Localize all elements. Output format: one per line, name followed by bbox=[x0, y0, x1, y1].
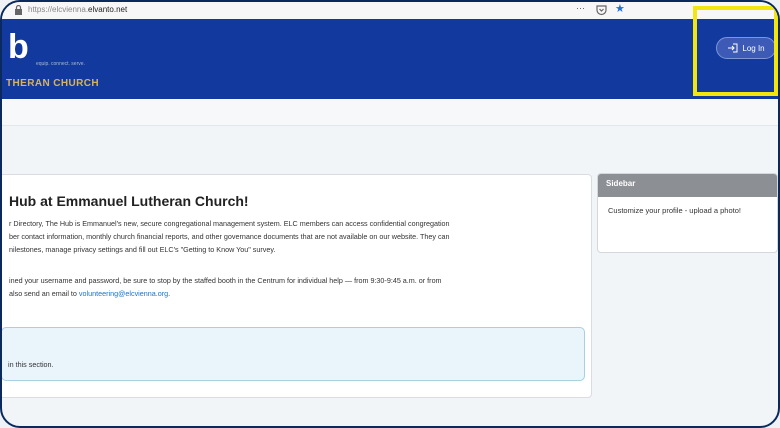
intro-line: ber contact information, monthly church … bbox=[9, 232, 450, 241]
welcome-card: Hub at Emmanuel Lutheran Church! r Direc… bbox=[2, 174, 592, 398]
highlight-box bbox=[693, 6, 778, 96]
bookmark-star-icon[interactable]: ★ bbox=[615, 2, 625, 15]
browser-url-bar[interactable]: https://elcvienna.elvanto.net ··· ★ bbox=[2, 2, 778, 20]
help-paragraph: ined your username and password, be sure… bbox=[9, 274, 579, 300]
info-notice: in this section. bbox=[2, 327, 585, 381]
sub-navigation-bar bbox=[2, 99, 778, 126]
sidebar-text: Customize your profile - upload a photo! bbox=[608, 206, 741, 215]
help-line: also send an email to volunteering@elcvi… bbox=[9, 289, 171, 298]
logo-tagline: equip. connect. serve. bbox=[36, 61, 85, 67]
browser-window: https://elcvienna.elvanto.net ··· ★ b eq… bbox=[0, 0, 780, 428]
intro-paragraph: r Directory, The Hub is Emmanuel's new, … bbox=[9, 217, 579, 256]
notice-text: in this section. bbox=[8, 360, 54, 369]
logo[interactable]: b bbox=[8, 27, 29, 67]
help-line: ined your username and password, be sure… bbox=[9, 276, 442, 285]
pocket-icon[interactable] bbox=[596, 4, 607, 16]
intro-line: r Directory, The Hub is Emmanuel's new, … bbox=[9, 219, 450, 228]
church-name: THERAN CHURCH bbox=[6, 78, 99, 89]
intro-line: nilestones, manage privacy settings and … bbox=[9, 245, 276, 254]
sidebar-title: Sidebar bbox=[598, 174, 777, 197]
page-title: Hub at Emmanuel Lutheran Church! bbox=[9, 193, 249, 209]
more-actions-icon[interactable]: ··· bbox=[576, 3, 585, 13]
sidebar-panel: Sidebar Customize your profile - upload … bbox=[597, 173, 778, 253]
site-header: b equip. connect. serve. THERAN CHURCH L… bbox=[2, 19, 778, 99]
url-text[interactable]: https://elcvienna.elvanto.net bbox=[28, 5, 127, 14]
lock-icon bbox=[15, 5, 22, 15]
email-link[interactable]: volunteering@elcvienna.org bbox=[79, 289, 168, 298]
